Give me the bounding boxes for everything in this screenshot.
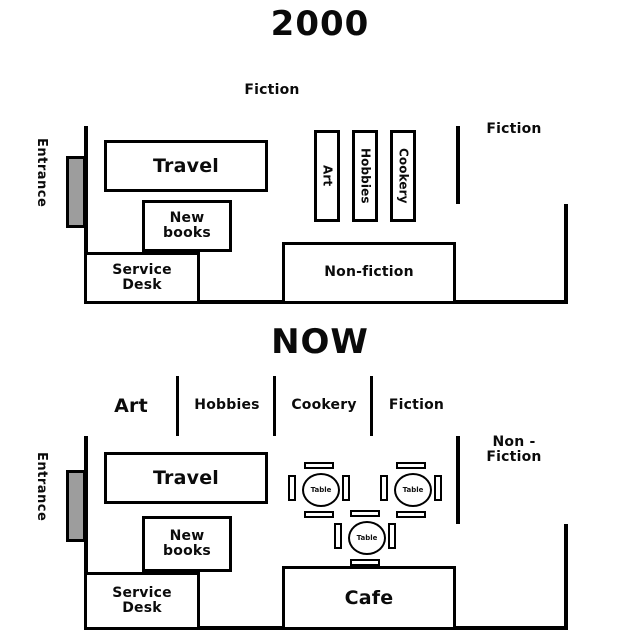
service-desk-line1-now: Service bbox=[112, 584, 172, 601]
shelf-new-books-line2-now: books bbox=[163, 543, 211, 559]
chair-bottom bbox=[350, 559, 380, 566]
entrance-label-now: Entrance bbox=[34, 452, 49, 522]
table-top: Table bbox=[394, 473, 432, 507]
shelf-hobbies-label: Hobbies bbox=[358, 148, 373, 204]
shelf-art-2000: Art bbox=[314, 130, 340, 222]
shelf-cookery-2000: Cookery bbox=[390, 130, 416, 222]
floor-plan-2000: Fiction Fiction Travel New books Service… bbox=[84, 56, 568, 304]
chair-left bbox=[288, 475, 296, 501]
table-top: Table bbox=[302, 473, 340, 507]
shelf-new-books-line1-now: New bbox=[169, 527, 205, 544]
shelf-hobbies-2000: Hobbies bbox=[352, 130, 378, 222]
chair-top bbox=[396, 462, 426, 469]
shelf-travel-label-now: Travel bbox=[152, 466, 220, 489]
area-fiction-band-2000: Fiction bbox=[84, 56, 460, 126]
floor-plan-figure: 2000 Fiction Fiction Travel New books Se… bbox=[0, 0, 640, 640]
shelf-art-now: Art bbox=[84, 376, 178, 436]
area-cafe-label: Cafe bbox=[344, 586, 394, 609]
shelf-art-label-now: Art bbox=[114, 394, 148, 417]
shelf-hobbies-label-now: Hobbies bbox=[194, 397, 260, 414]
entrance-door-now bbox=[66, 470, 86, 542]
shelf-new-books-line2: books bbox=[163, 225, 211, 241]
shelf-hobbies-now: Hobbies bbox=[179, 376, 275, 436]
entrance-door-2000 bbox=[66, 156, 86, 228]
shelf-travel-now: Travel bbox=[104, 452, 268, 504]
chair-bottom bbox=[304, 511, 334, 518]
shelf-new-books-2000: New books bbox=[142, 200, 232, 252]
service-desk-2000: Service Desk bbox=[84, 252, 200, 304]
area-non-fiction-line2: Fiction bbox=[486, 449, 542, 465]
shelf-travel-2000: Travel bbox=[104, 140, 268, 192]
table-top: Table bbox=[348, 521, 386, 555]
shelf-cookery-now: Cookery bbox=[276, 376, 372, 436]
table-label: Table bbox=[402, 486, 424, 494]
table-label: Table bbox=[310, 486, 332, 494]
shelf-fiction-now: Fiction bbox=[373, 376, 460, 436]
chair-right bbox=[434, 475, 442, 501]
area-cafe-now: Cafe bbox=[282, 566, 456, 630]
area-fiction-room-label: Fiction bbox=[486, 121, 542, 138]
area-non-fiction-2000: Non-fiction bbox=[282, 242, 456, 304]
chair-bottom bbox=[396, 511, 426, 518]
chair-left bbox=[334, 523, 342, 549]
shelf-cookery-label-now: Cookery bbox=[291, 397, 357, 414]
chair-left bbox=[380, 475, 388, 501]
service-desk-line2-now: Desk bbox=[122, 600, 162, 616]
plan-title-2000: 2000 bbox=[270, 4, 370, 44]
area-non-fiction-label: Non-fiction bbox=[324, 264, 414, 281]
chair-top bbox=[304, 462, 334, 469]
service-desk-now: Service Desk bbox=[84, 572, 200, 630]
area-fiction-room-2000: Fiction bbox=[460, 56, 568, 204]
entrance-label-2000: Entrance bbox=[34, 138, 49, 208]
shelf-new-books-line1: New bbox=[169, 209, 205, 226]
shelf-fiction-label-now: Fiction bbox=[388, 397, 445, 414]
shelf-cookery-label: Cookery bbox=[396, 148, 411, 204]
service-desk-line1: Service bbox=[112, 261, 172, 278]
table-set-3: Table bbox=[334, 510, 396, 566]
chair-right bbox=[342, 475, 350, 501]
shelf-art-label: Art bbox=[320, 165, 335, 187]
chair-top bbox=[350, 510, 380, 517]
floor-plan-now: Art Hobbies Cookery Fiction Non - Fictio… bbox=[84, 376, 568, 630]
area-fiction-band-label: Fiction bbox=[244, 82, 300, 99]
table-label: Table bbox=[356, 534, 378, 542]
service-desk-line2: Desk bbox=[122, 277, 162, 293]
area-non-fiction-line1: Non - bbox=[492, 433, 536, 450]
plan-title-now: NOW bbox=[271, 322, 369, 362]
shelf-travel-label: Travel bbox=[152, 154, 220, 177]
area-non-fiction-now: Non - Fiction bbox=[460, 376, 568, 524]
shelf-new-books-now: New books bbox=[142, 516, 232, 572]
chair-right bbox=[388, 523, 396, 549]
